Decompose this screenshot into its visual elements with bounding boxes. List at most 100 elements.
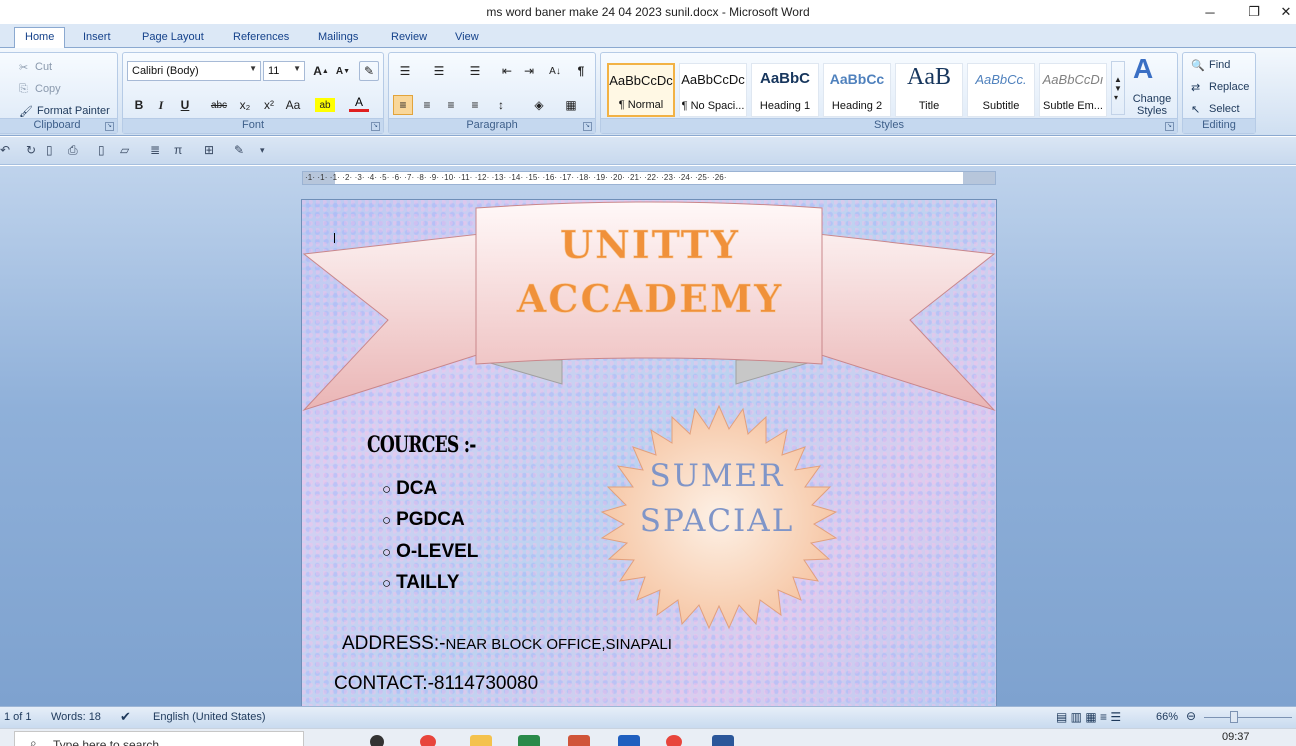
editing-group-label: Editing [1183,118,1255,133]
style-normal[interactable]: AaBbCcDc ¶ Normal [607,63,675,117]
table-icon[interactable]: ⊞ [204,143,214,157]
bullets-icon[interactable]: ☰ [395,61,415,81]
style-heading-1[interactable]: AaBbC Heading 1 [751,63,819,117]
proofing-icon[interactable]: ✔ [120,709,131,725]
justify-icon[interactable]: ≡ [465,95,485,115]
paragraph-launcher-icon[interactable]: ↘ [583,122,592,131]
tab-home[interactable]: Home [14,27,66,49]
change-styles-icon[interactable]: A [1133,53,1153,84]
grow-font-icon[interactable]: A ▲ [311,61,331,81]
numbering-icon[interactable]: ☰ [429,61,449,81]
language-indicator[interactable]: English (United States) [153,711,266,723]
copy-button[interactable]: Copy [35,83,61,95]
zoom-slider-handle[interactable] [1230,711,1238,723]
increase-indent-icon[interactable]: ⇥ [519,61,539,81]
align-right-icon[interactable]: ≡ [441,95,461,115]
align-center-icon[interactable]: ≡ [417,95,437,115]
print-preview-icon[interactable]: ⎙ [68,143,78,158]
shading-icon[interactable]: ◈ [529,95,549,115]
style-heading-2[interactable]: AaBbCc Heading 2 [823,63,891,117]
styles-scroll-icon[interactable]: ▲ ▼ ▾ [1111,61,1125,115]
tab-references[interactable]: References [233,28,289,48]
document-page[interactable]: UNITTY ACCADEMY SUMER SPACIAL COURCES :-… [302,200,996,706]
font-group: Calibri (Body) ▼ 11 ▼ A ▲ A ▼ ✎ B I U abc … [122,52,384,134]
change-case-icon[interactable]: Aa [283,95,303,115]
styles-launcher-icon[interactable]: ↘ [1165,122,1174,131]
chrome-icon[interactable] [420,735,436,746]
style-subtitle[interactable]: AaBbCc. Subtitle [967,63,1035,117]
tab-view[interactable]: View [455,28,479,48]
tab-review[interactable]: Review [391,28,427,48]
excel-icon[interactable] [518,735,540,746]
replace-button[interactable]: Replace [1209,81,1249,93]
comment-icon[interactable]: ▱ [120,143,129,157]
tab-insert[interactable]: Insert [83,28,111,48]
tab-mailings[interactable]: Mailings [318,28,358,48]
font-size-value: 11 [268,65,280,77]
taskbar-search-input[interactable]: Type here to search [14,731,304,746]
redo-icon[interactable]: ↻ [26,143,36,157]
word-icon[interactable] [712,735,734,746]
zoom-out-icon[interactable]: ⊖ [1186,709,1196,723]
file-explorer-icon[interactable] [470,735,492,746]
zoom-level[interactable]: 66% [1156,711,1178,723]
bold-icon[interactable]: B [129,95,149,115]
shrink-font-icon[interactable]: A ▼ [333,61,353,81]
chrome-icon-2[interactable] [666,735,682,746]
style-no-spacing[interactable]: AaBbCcDc ¶ No Spaci... [679,63,747,117]
center-align-icon[interactable]: ≣ [150,143,160,157]
clipboard-group: ✂ Cut ⎘ Copy 🖌 Format Painter Clipboard … [0,52,118,134]
highlight-icon[interactable]: ab [315,98,335,112]
font-family-select[interactable]: Calibri (Body) ▼ [127,61,261,81]
blank-page-icon[interactable]: ▯ [98,143,105,157]
align-left-icon[interactable]: ≡ [393,95,413,115]
change-styles-button[interactable]: Change Styles [1129,93,1175,117]
line-spacing-icon[interactable]: ↕ [491,95,511,115]
select-button[interactable]: Select [1209,103,1240,115]
edit-icon[interactable]: ✎ [234,143,244,157]
equation-icon[interactable]: π [174,143,182,157]
styles-group-label: Styles [601,118,1177,133]
italic-icon[interactable]: I [151,95,171,115]
customize-qat-icon[interactable]: ▾ [260,145,265,156]
app-icon[interactable] [618,735,640,746]
styles-group: AaBbCcDc ¶ Normal AaBbCcDc ¶ No Spaci...… [600,52,1178,134]
undo-icon[interactable]: ↶ [0,143,10,157]
taskbar-clock[interactable]: 09:37 [1222,731,1250,743]
zoom-slider[interactable] [1204,717,1292,718]
powerpoint-icon[interactable] [568,735,590,746]
style-title[interactable]: AaB Title [895,63,963,117]
minimize-button[interactable]: ─ [1188,0,1232,24]
tab-page-layout[interactable]: Page Layout [142,28,204,48]
banner-title-line-2: ACCADEMY [516,276,784,321]
strikethrough-icon[interactable]: abc [209,95,229,115]
decrease-indent-icon[interactable]: ⇤ [497,61,517,81]
task-view-icon[interactable] [370,735,384,746]
format-painter-button[interactable]: Format Painter [37,105,110,117]
font-size-select[interactable]: 11 ▼ [263,61,305,81]
find-icon: 🔍 [1191,60,1205,72]
course-label: PGDCA [396,509,465,530]
clipboard-launcher-icon[interactable]: ↘ [105,122,114,131]
find-button[interactable]: Find [1209,59,1230,71]
new-document-icon[interactable]: ▯ [46,143,53,157]
clear-formatting-icon[interactable]: ✎ [359,61,379,81]
show-marks-icon[interactable]: ¶ [571,61,591,81]
superscript-icon[interactable]: x² [259,95,279,115]
font-color-icon[interactable]: A [349,95,369,112]
borders-icon[interactable]: ▦ [561,95,581,115]
subscript-icon[interactable]: x₂ [235,95,255,115]
font-launcher-icon[interactable]: ↘ [371,122,380,131]
view-print-layout-icon[interactable]: ▤ ▥ ▦ ≡ ☰ [1056,710,1121,724]
underline-icon[interactable]: U [175,95,195,115]
maximize-button[interactable]: ❐ [1232,0,1276,24]
banner-title-line-1: UNITTY [560,222,740,267]
style-subtle-emphasis[interactable]: AaBbCcDı Subtle Em... [1039,63,1107,117]
multilevel-list-icon[interactable]: ☰ [465,61,485,81]
close-button[interactable]: ✕ [1276,0,1296,24]
page-count[interactable]: 1 of 1 [4,711,32,723]
sort-icon[interactable]: A↓ [545,61,565,81]
cut-button[interactable]: Cut [35,61,52,73]
horizontal-ruler[interactable]: ·1· ·1· ·1· ·2· ·3· ·4· ·5· ·6· ·7· ·8· … [302,171,996,185]
word-count[interactable]: Words: 18 [51,711,101,723]
